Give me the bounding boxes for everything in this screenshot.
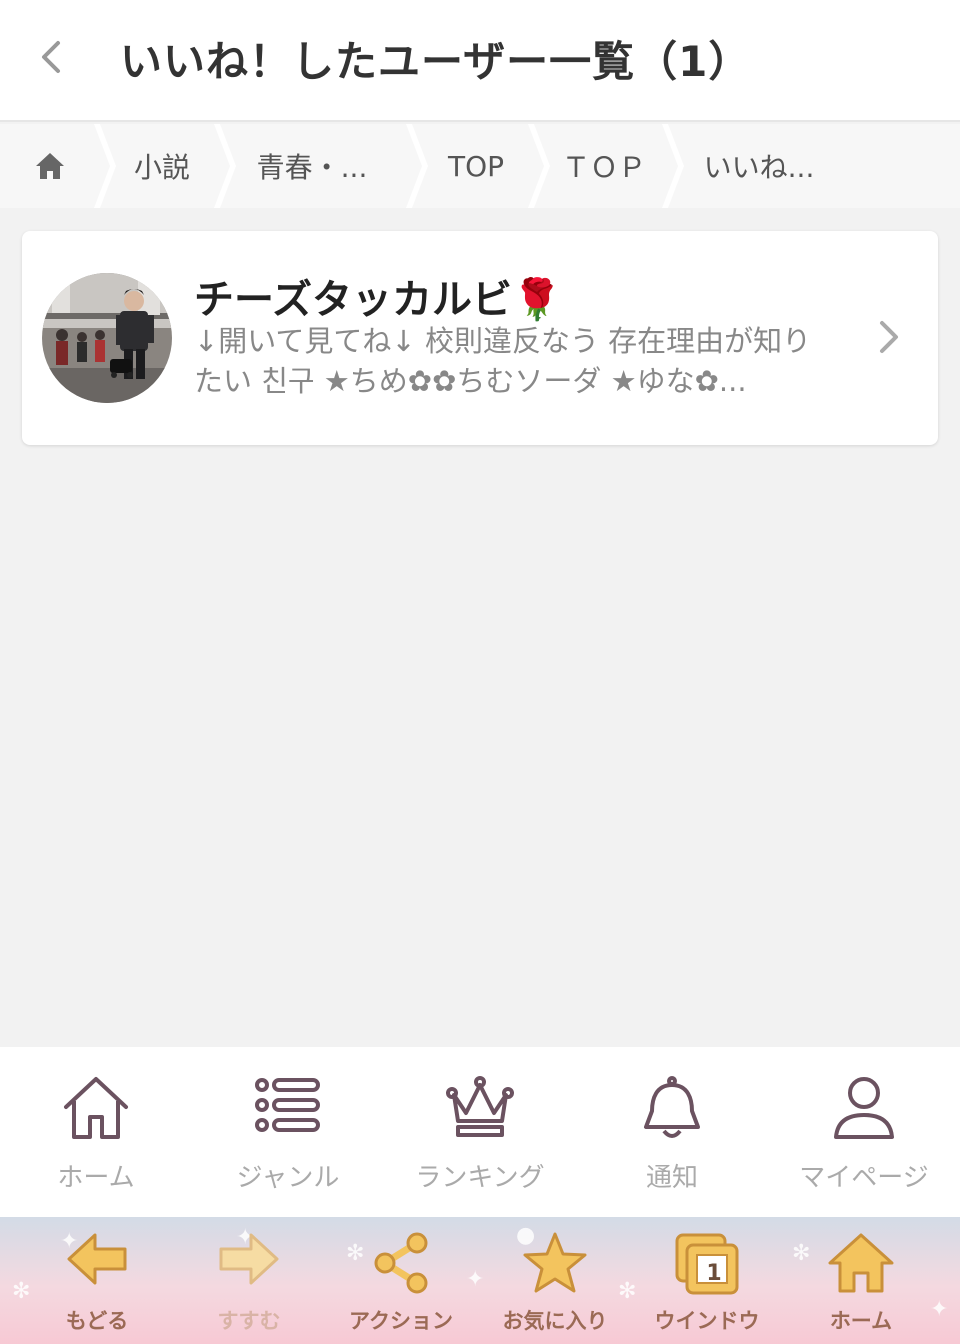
user-name: チーズタッカルビ🌹	[194, 277, 562, 323]
arrow-right-icon	[219, 1233, 279, 1285]
user-list-item[interactable]: チーズタッカルビ🌹 ↓開いて見てね↓ 校則違反なう 存在理由が知りたい 친구 ★…	[22, 231, 938, 445]
home-icon	[36, 153, 64, 179]
toolbar-action-button[interactable]: アクション	[326, 1217, 476, 1344]
nav-home[interactable]: ホーム	[0, 1047, 192, 1217]
nav-label: マイページ	[799, 1163, 929, 1193]
avatar	[42, 273, 172, 403]
breadcrumb-item-genre[interactable]: 青春・...	[232, 124, 392, 208]
breadcrumb-item-top-2[interactable]: ＴＯＰ	[546, 124, 662, 208]
back-button[interactable]	[26, 32, 76, 82]
toolbar-home-button[interactable]: ホーム	[786, 1217, 936, 1344]
toolbar-window-button[interactable]: 1 ウインドウ	[632, 1217, 782, 1344]
crown-icon	[446, 1076, 514, 1137]
home-icon	[828, 1233, 894, 1293]
star-icon	[523, 1232, 587, 1293]
nav-label: 通知	[645, 1163, 698, 1193]
user-bio: ↓開いて見てね↓ 校則違反なう 存在理由が知りたい 친구 ★ちめ✿✿ちむソーダ …	[194, 324, 812, 398]
nav-label: ホーム	[57, 1163, 135, 1193]
page-title: いいね！したユーザー一覧（1）	[120, 37, 752, 86]
breadcrumb: 小説 青春・... TOP ＴＯＰ いいね...	[0, 124, 960, 208]
toolbar-label: すすむ	[217, 1309, 281, 1333]
window-count-badge: 1	[706, 1261, 722, 1286]
toolbar-back-button[interactable]: もどる	[22, 1217, 172, 1344]
breadcrumb-item-novel[interactable]: 小説	[112, 124, 212, 208]
toolbar-favorites-button[interactable]: お気に入り	[480, 1217, 630, 1344]
toolbar-label: アクション	[349, 1309, 453, 1333]
list-icon	[255, 1078, 320, 1132]
nav-label: ジャンル	[236, 1163, 340, 1193]
share-icon	[374, 1232, 428, 1294]
app-header: いいね！したユーザー一覧（1）	[0, 0, 960, 122]
nav-mypage[interactable]: マイページ	[768, 1047, 960, 1217]
toolbar-label: ホーム	[829, 1309, 893, 1333]
chevron-right-icon	[880, 321, 898, 353]
breadcrumb-item-current: いいね...	[703, 151, 815, 184]
arrow-left-icon	[67, 1233, 127, 1285]
toolbar-label: もどる	[65, 1309, 129, 1333]
bottom-nav: ホーム ジャンル ランキング 通知 マイページ	[0, 1047, 960, 1217]
breadcrumb-home[interactable]	[20, 124, 80, 208]
toolbar-label: ウインドウ	[654, 1309, 760, 1333]
nav-notifications[interactable]: 通知	[576, 1047, 768, 1217]
breadcrumb-item-top[interactable]: TOP	[424, 124, 528, 208]
chevron-left-icon	[42, 41, 60, 73]
nav-label: ランキング	[415, 1163, 545, 1193]
person-icon	[834, 1077, 894, 1139]
toolbar-forward-button[interactable]: すすむ	[174, 1217, 324, 1344]
toolbar-label: お気に入り	[502, 1309, 608, 1333]
bell-icon	[644, 1076, 700, 1138]
home-icon	[64, 1077, 128, 1139]
browser-toolbar: ✦ ✻ ✦ ✻ ✦ ● ✻ ✻ ✦ もどる すすむ アクション お気に入り 1 …	[0, 1217, 960, 1344]
nav-ranking[interactable]: ランキング	[384, 1047, 576, 1217]
nav-genre[interactable]: ジャンル	[192, 1047, 384, 1217]
